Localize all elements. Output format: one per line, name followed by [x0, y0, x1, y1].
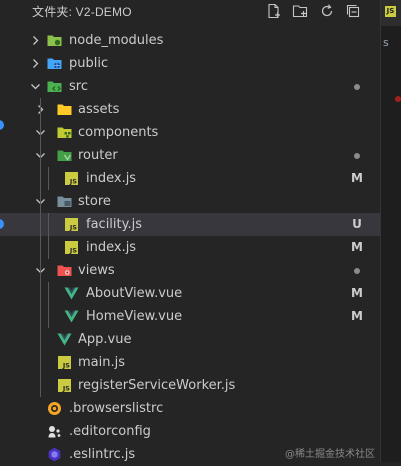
explorer-title: 文件夹: V2-DEMO: [32, 5, 132, 19]
chevron-right-icon[interactable]: [30, 58, 41, 69]
folder-row[interactable]: store: [0, 190, 380, 213]
modified-contents-dot: [354, 153, 360, 159]
chevron-down-icon[interactable]: [30, 81, 41, 92]
indent-guide: [40, 98, 41, 397]
tree-item-label: registerServiceWorker.js: [78, 378, 236, 393]
tree-item-label: public: [69, 56, 109, 71]
git-status-badge: M: [351, 171, 363, 185]
collapse-all-icon[interactable]: [345, 3, 361, 19]
file-row[interactable]: JS facility.js U: [0, 213, 380, 236]
folder-row[interactable]: public: [0, 52, 380, 75]
chevron-right-icon[interactable]: [30, 35, 41, 46]
tree-item-label: AboutView.vue: [86, 286, 183, 301]
node-folder-icon: [47, 33, 62, 48]
file-row[interactable]: AboutView.vue M: [0, 282, 380, 305]
views-folder-icon: [57, 263, 72, 278]
file-row[interactable]: .editorconfig: [0, 420, 380, 443]
file-row[interactable]: JS registerServiceWorker.js: [0, 374, 380, 397]
tree-item-label: facility.js: [86, 217, 142, 232]
js-file-icon: JS: [57, 355, 72, 370]
file-row[interactable]: JS index.js M: [0, 167, 380, 190]
tree-item-label: index.js: [86, 171, 137, 186]
git-status-badge: U: [352, 217, 362, 231]
vue-file-icon: [64, 286, 79, 301]
new-folder-icon[interactable]: [292, 3, 308, 19]
watermark: @稀土掘金技术社区: [285, 449, 375, 460]
file-row[interactable]: JS main.js: [0, 351, 380, 374]
js-file-icon: JS: [64, 240, 79, 255]
public-folder-icon: [47, 56, 62, 71]
tree-item-label: components: [78, 125, 159, 140]
vue-file-icon: [64, 309, 79, 324]
breakpoint-dot: [395, 96, 401, 102]
js-file-icon: JS: [64, 171, 79, 186]
svg-text:JS: JS: [69, 178, 77, 186]
editor-area: JS s: [380, 0, 401, 462]
browserslist-file-icon: [47, 401, 62, 416]
tree-item-label: views: [78, 263, 115, 278]
tree-item-label: .editorconfig: [69, 424, 151, 439]
git-status-badge: M: [351, 286, 363, 300]
eslint-file-icon: [47, 447, 62, 462]
folder-row[interactable]: components: [0, 121, 380, 144]
refresh-icon[interactable]: [319, 3, 335, 19]
svg-text:JS: JS: [69, 224, 77, 232]
indent-guide: [48, 282, 49, 328]
tree-item-label: index.js: [86, 240, 137, 255]
folder-icon: [57, 102, 72, 117]
tree-item-label: .browserslistrc: [69, 401, 164, 416]
tree-item-label: assets: [78, 102, 120, 117]
tree-item-label: .eslintrc.js: [69, 447, 136, 462]
explorer-header: 文件夹: V2-DEMO: [0, 0, 380, 24]
tree-item-label: node_modules: [69, 33, 164, 48]
src-folder-icon: [47, 79, 62, 94]
file-row[interactable]: JS index.js M: [0, 236, 380, 259]
tree-item-label: App.vue: [78, 332, 132, 347]
folder-row[interactable]: src: [0, 75, 380, 98]
svg-text:JS: JS: [62, 385, 70, 393]
tree-item-label: router: [78, 148, 118, 163]
js-file-icon: JS: [57, 378, 72, 393]
editor-text: s: [383, 36, 389, 49]
js-file-icon: JS: [64, 217, 79, 232]
folder-row[interactable]: node_modules: [0, 29, 380, 52]
components-folder-icon: [57, 125, 72, 140]
store-folder-icon: [57, 194, 72, 209]
folder-row[interactable]: views: [0, 259, 380, 282]
modified-contents-dot: [354, 268, 360, 274]
modified-contents-dot: [354, 84, 360, 90]
explorer-panel: 文件夹: V2-DEMO node_modulespublic src assets…: [0, 0, 380, 462]
file-row[interactable]: HomeView.vue M: [0, 305, 380, 328]
tree-item-label: HomeView.vue: [86, 309, 183, 324]
new-file-icon[interactable]: [266, 3, 282, 19]
tree-item-label: store: [78, 194, 111, 209]
svg-text:JS: JS: [69, 247, 77, 255]
file-tree: node_modulespublic src assets components rou…: [0, 29, 380, 466]
editor-tab[interactable]: JS: [381, 0, 401, 26]
editorconfig-file-icon: [47, 424, 62, 439]
git-status-badge: M: [351, 309, 363, 323]
tree-item-label: src: [69, 79, 88, 94]
router-folder-icon: [57, 148, 72, 163]
folder-row[interactable]: router: [0, 144, 380, 167]
vue-file-icon: [57, 332, 72, 347]
js-tab-icon: JS: [385, 6, 396, 17]
file-row[interactable]: App.vue: [0, 328, 380, 351]
file-row[interactable]: .browserslistrc: [0, 397, 380, 420]
indent-guide: [48, 213, 49, 259]
tree-item-label: main.js: [78, 355, 125, 370]
folder-row[interactable]: assets: [0, 98, 380, 121]
svg-text:JS: JS: [62, 362, 70, 370]
git-status-badge: M: [351, 240, 363, 254]
indent-guide: [48, 167, 49, 190]
